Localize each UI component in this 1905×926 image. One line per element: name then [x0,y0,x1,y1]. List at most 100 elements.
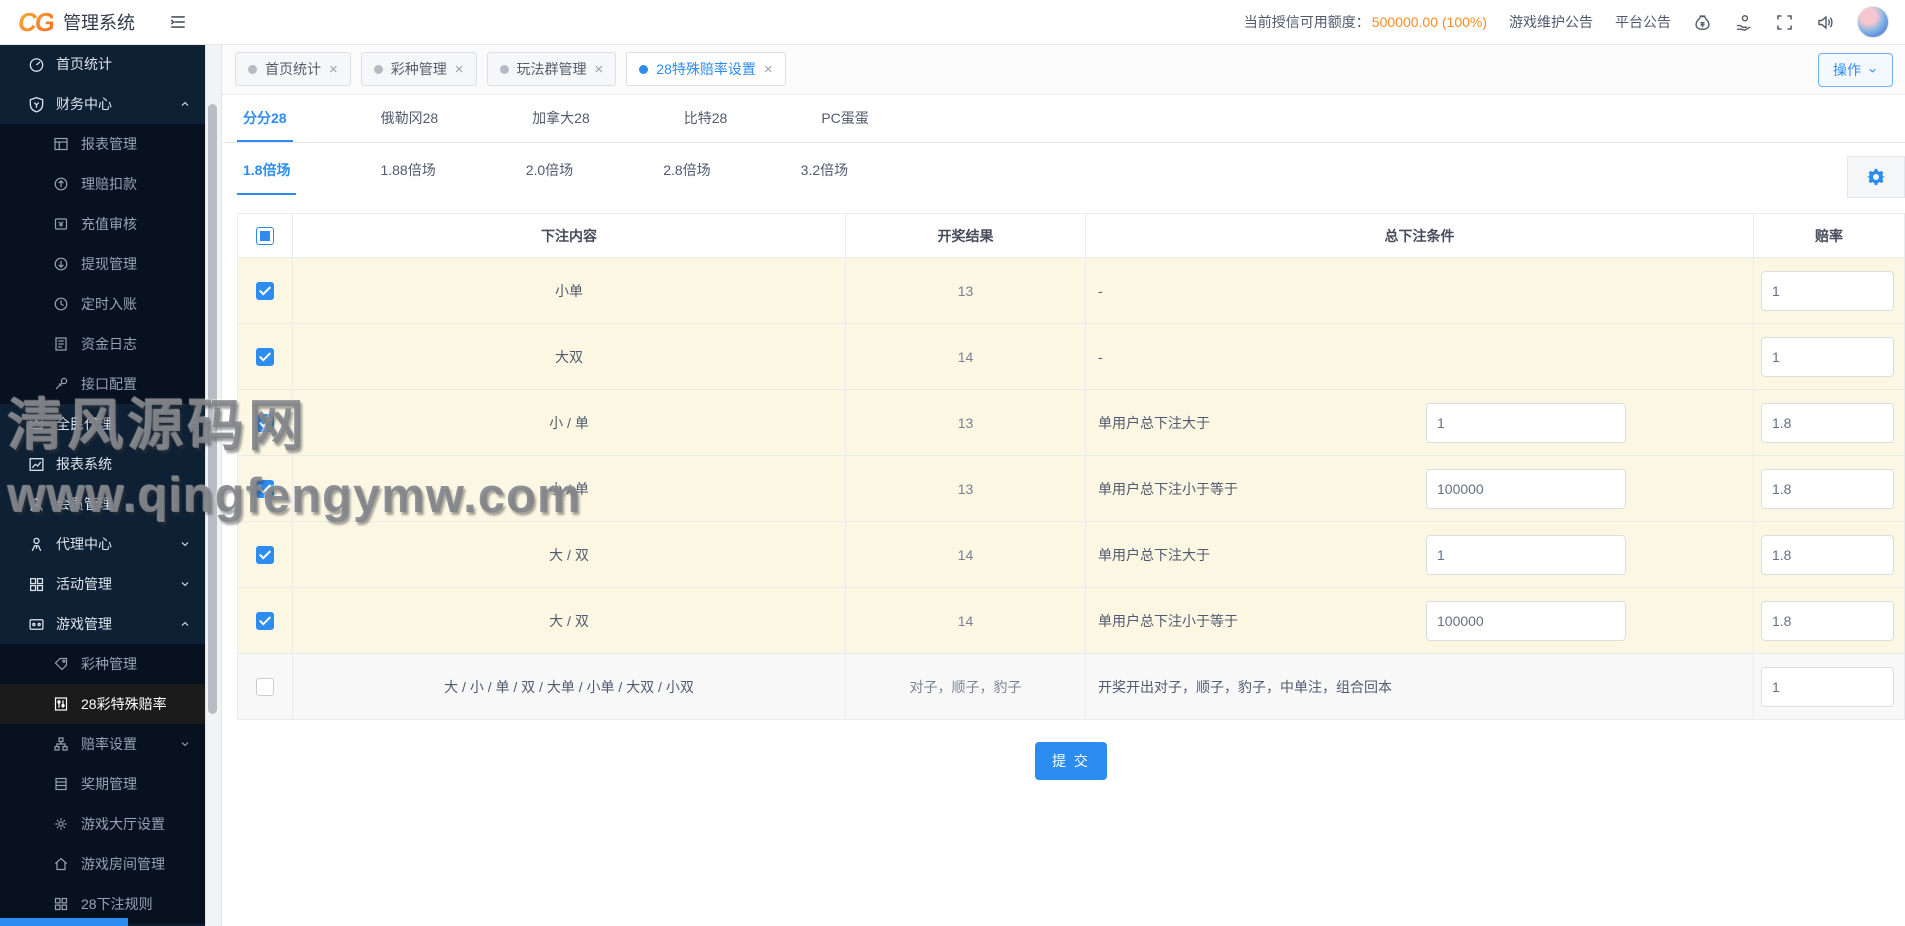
multiplier-tab-2-0[interactable]: 2.0倍场 [520,160,579,195]
sidebar-item-agent-center[interactable]: 代理中心 [0,524,205,564]
condition-input[interactable] [1426,535,1626,575]
game-tab-bit28[interactable]: 比特28 [678,108,734,142]
condition-input[interactable] [1426,469,1626,509]
odds-input[interactable] [1761,667,1894,707]
draw-result-cell: 13 [846,390,1086,456]
table-header-row: 下注内容 开奖结果 总下注条件 赔率 [238,214,1905,258]
sidebar-item-universal-agent[interactable]: 全民代理 [0,404,205,444]
draw-result-cell: 14 [846,588,1086,654]
row-checkbox[interactable] [256,546,274,564]
sidebar-item-game-management[interactable]: 游戏管理 [0,604,205,644]
sidebar-item-finance-center[interactable]: 财务中心 [0,84,205,124]
sidebar-collapse-icon[interactable] [169,13,187,31]
brand: CG 管理系统 [0,7,135,38]
console-icon [28,616,45,633]
sidebar-item-funds-log[interactable]: 资金日志 [0,324,205,364]
action-dropdown-button[interactable]: 操作 [1818,53,1893,87]
select-all-checkbox[interactable] [256,227,274,245]
sidebar-item-report-management[interactable]: 报表管理 [0,124,205,164]
shield-icon [28,96,45,113]
col-header-draw-result: 开奖结果 [846,214,1086,258]
page-tab-play-group-management[interactable]: 玩法群管理 × [487,52,617,86]
sidebar-item-odds-settings[interactable]: 赔率设置 [0,724,205,764]
sliders-icon [53,696,70,713]
log-icon [53,336,70,353]
tab-dot-icon [374,65,383,74]
multiplier-row: 1.8倍场 1.88倍场 2.0倍场 2.8倍场 3.2倍场 [221,143,1905,195]
user-avatar[interactable] [1857,6,1889,38]
row-checkbox[interactable] [256,348,274,366]
multiplier-tab-1-8[interactable]: 1.8倍场 [237,160,296,195]
sidebar-item-scheduled-credit[interactable]: 定时入账 [0,284,205,324]
page-tab-lottery-management[interactable]: 彩种管理 × [361,52,477,86]
row-checkbox[interactable] [256,480,274,498]
draw-result-cell: 对子，顺子，豹子 [846,654,1086,720]
multiplier-tab-1-88[interactable]: 1.88倍场 [374,160,441,195]
condition-input[interactable] [1426,601,1626,641]
row-checkbox[interactable] [256,612,274,630]
sidebar-item-claim-deduction[interactable]: 理赔扣款 [0,164,205,204]
sidebar-item-member-management[interactable]: 会员管理 [0,484,205,524]
multiplier-tab-3-2[interactable]: 3.2倍场 [795,160,854,195]
game-tab-canada28[interactable]: 加拿大28 [526,108,596,142]
sidebar-item-28-special-odds[interactable]: 28彩特殊赔率 [0,684,205,724]
condition-cell: - [1086,324,1754,390]
bet-content-cell: 大 / 双 [293,522,846,588]
sidebar-item-home-stats[interactable]: 首页统计 [0,44,205,84]
submit-button[interactable]: 提 交 [1035,742,1107,780]
main-area: 首页统计 × 彩种管理 × 玩法群管理 × 28特殊赔率设置 × 操作 [221,44,1905,926]
sidebar-item-recharge-audit[interactable]: 充值审核 [0,204,205,244]
bet-content-cell: 小 / 单 [293,390,846,456]
chevron-up-icon [179,98,191,110]
sidebar-item-activity-management[interactable]: 活动管理 [0,564,205,604]
odds-input[interactable] [1761,337,1894,377]
tab-dot-icon [500,65,509,74]
tab-dot-icon [639,65,648,74]
table-row: 小 / 单 13 单用户总下注小于等于 [238,456,1905,522]
page-tab-home-stats[interactable]: 首页统计 × [235,52,351,86]
platform-notice-link[interactable]: 平台公告 [1615,12,1671,32]
moneybag-icon[interactable] [1693,13,1712,32]
condition-input[interactable] [1426,403,1626,443]
content-scrollbar-thumb[interactable] [208,104,217,714]
page-tab-28-special-odds-settings[interactable]: 28特殊赔率设置 × [626,52,785,86]
close-icon[interactable]: × [764,62,773,77]
sidebar-horizontal-scrollbar[interactable] [0,918,128,926]
game-tab-oregon28[interactable]: 俄勒冈28 [375,108,445,142]
game-tab-fenfen28[interactable]: 分分28 [237,108,293,142]
content-scrollbar-track[interactable] [205,44,222,926]
sidebar-item-withdraw-management[interactable]: 提现管理 [0,244,205,284]
fullscreen-icon[interactable] [1775,13,1794,32]
plug-icon [53,376,70,393]
member-icon [28,496,45,513]
close-icon[interactable]: × [595,62,604,77]
maintenance-notice-link[interactable]: 游戏维护公告 [1509,12,1593,32]
close-icon[interactable]: × [329,62,338,77]
odds-input[interactable] [1761,601,1894,641]
sidebar-item-api-config[interactable]: 接口配置 [0,364,205,404]
multiplier-tabs: 1.8倍场 1.88倍场 2.0倍场 2.8倍场 3.2倍场 [221,143,1905,195]
table-row: 大双 14 - [238,324,1905,390]
close-icon[interactable]: × [455,62,464,77]
odds-input[interactable] [1761,271,1894,311]
odds-input[interactable] [1761,535,1894,575]
app-title: 管理系统 [63,9,135,35]
report-icon [53,136,70,153]
row-checkbox[interactable] [256,282,274,300]
odds-input[interactable] [1761,469,1894,509]
condition-cell: - [1086,258,1754,324]
odds-input[interactable] [1761,403,1894,443]
multiplier-tab-2-8[interactable]: 2.8倍场 [657,160,716,195]
row-checkbox[interactable] [256,678,274,696]
sidebar-item-report-system[interactable]: 报表系统 [0,444,205,484]
speaker-icon[interactable] [1816,13,1835,32]
logo: CG [18,7,53,38]
game-tab-pcdandan[interactable]: PC蛋蛋 [815,108,874,142]
sidebar-item-game-room-management[interactable]: 游戏房间管理 [0,844,205,884]
hand-coin-icon[interactable] [1734,13,1753,32]
table-settings-button[interactable] [1847,156,1905,198]
sidebar-item-draw-period-management[interactable]: 奖期管理 [0,764,205,804]
sidebar-item-lottery-management[interactable]: 彩种管理 [0,644,205,684]
row-checkbox[interactable] [256,414,274,432]
sidebar-item-game-hall-settings[interactable]: 游戏大厅设置 [0,804,205,844]
